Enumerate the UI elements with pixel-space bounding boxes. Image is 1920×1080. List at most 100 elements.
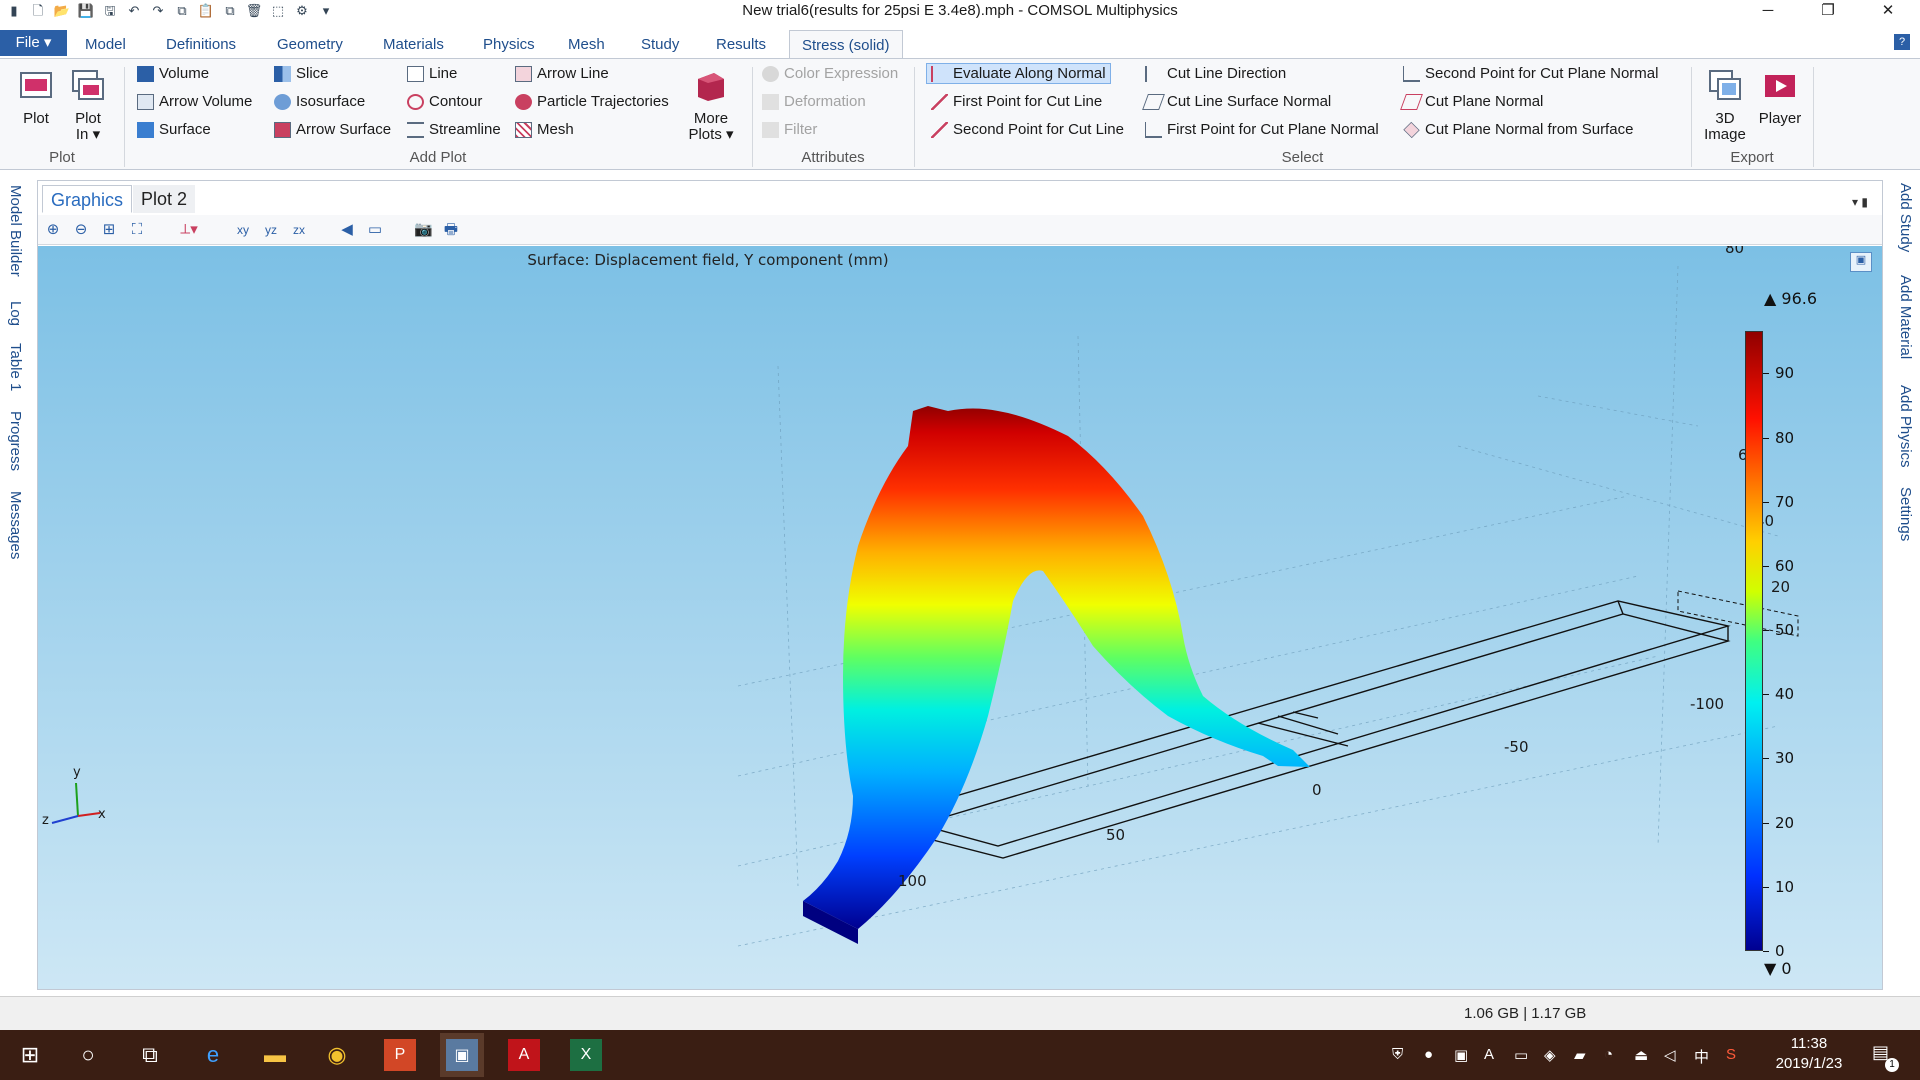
- colorbar-tick-mark: [1763, 694, 1769, 696]
- restore-button[interactable]: ❐: [1805, 0, 1851, 24]
- windows-start-icon[interactable]: ⊞: [14, 1039, 46, 1071]
- panel-menu-icon[interactable]: ▾ ▮: [1852, 195, 1868, 209]
- tray-usb-icon[interactable]: ⏏: [1634, 1046, 1648, 1064]
- slice-button[interactable]: Slice: [274, 65, 329, 82]
- table-1-tab[interactable]: Table 1: [7, 343, 24, 391]
- arrow-line-button[interactable]: Arrow Line: [515, 65, 609, 82]
- tray-volume-icon[interactable]: ◁: [1664, 1046, 1676, 1064]
- minimize-button[interactable]: ─: [1745, 0, 1791, 24]
- powerpoint-icon[interactable]: P: [384, 1039, 416, 1071]
- arrow-line-icon: [515, 65, 532, 82]
- close-button[interactable]: ✕: [1865, 0, 1911, 24]
- evaluate-along-normal-button[interactable]: Evaluate Along Normal: [926, 63, 1111, 84]
- model-builder-tab[interactable]: Model Builder: [7, 185, 24, 277]
- tab-graphics[interactable]: Graphics: [42, 185, 133, 213]
- help-button[interactable]: ?: [1894, 34, 1910, 50]
- first-point-cut-line-button[interactable]: First Point for Cut Line: [931, 93, 1102, 110]
- tab-study[interactable]: Study: [641, 30, 679, 58]
- axis-tick-label: 100: [898, 872, 927, 890]
- excel-icon[interactable]: X: [570, 1039, 602, 1071]
- zx-view-icon[interactable]: zx: [290, 221, 308, 239]
- second-point-cut-line-button[interactable]: Second Point for Cut Line: [931, 121, 1124, 138]
- taskbar-clock[interactable]: 11:38 2019/1/23: [1764, 1034, 1854, 1074]
- filter-button[interactable]: Filter: [762, 121, 817, 138]
- arrow-volume-button[interactable]: Arrow Volume: [137, 93, 252, 110]
- streamline-button[interactable]: Streamline: [407, 121, 501, 138]
- tray-app-icon[interactable]: ▣: [1454, 1046, 1468, 1064]
- arrow-surface-button[interactable]: Arrow Surface: [274, 121, 391, 138]
- progress-tab[interactable]: Progress: [7, 411, 24, 471]
- player-button[interactable]: Player: [1752, 69, 1808, 127]
- tray-acrobat-icon[interactable]: A: [1484, 1046, 1494, 1063]
- colorbar-tick-mark: [1763, 501, 1769, 503]
- print-icon[interactable]: 🖶: [442, 221, 460, 239]
- tray-ime-label[interactable]: 中: [1694, 1046, 1709, 1067]
- tray-wifi-icon[interactable]: ◔: [1604, 1046, 1613, 1063]
- isosurface-button[interactable]: Isosurface: [274, 93, 365, 110]
- tab-materials[interactable]: Materials: [383, 30, 444, 58]
- tab-mesh[interactable]: Mesh: [568, 30, 605, 58]
- second-point-cut-plane-normal-button[interactable]: Second Point for Cut Plane Normal: [1403, 65, 1658, 82]
- tray-shield-icon[interactable]: ⛨: [1392, 1046, 1403, 1063]
- 3d-image-button[interactable]: 3D Image: [1700, 69, 1750, 143]
- cut-line-surface-normal-button[interactable]: Cut Line Surface Normal: [1142, 93, 1331, 110]
- axis-label-x: x: [98, 807, 106, 822]
- zoom-box-icon[interactable]: ⊞: [100, 221, 118, 239]
- cortana-search-icon[interactable]: ○: [72, 1039, 104, 1071]
- tray-nvidia-icon[interactable]: ▰: [1574, 1046, 1586, 1064]
- surface-label: Surface: [159, 121, 211, 138]
- add-physics-tab[interactable]: Add Physics: [1897, 385, 1914, 468]
- surface-button[interactable]: Surface: [137, 121, 211, 138]
- file-menu-button[interactable]: File ▾: [0, 30, 67, 56]
- contour-button[interactable]: Contour: [407, 93, 482, 110]
- zoom-in-icon[interactable]: ⊕: [44, 221, 62, 239]
- colorbar-tick-label: 70: [1775, 492, 1795, 511]
- zoom-extents-icon[interactable]: ⛶: [128, 221, 146, 239]
- go-to-default-view-icon[interactable]: ◀: [338, 221, 356, 239]
- file-explorer-icon[interactable]: ▬: [259, 1039, 291, 1071]
- view-axes-icon[interactable]: ⟂▾: [174, 221, 204, 239]
- task-view-icon[interactable]: ⧉: [134, 1039, 166, 1071]
- camera-icon[interactable]: 📷: [414, 221, 433, 239]
- tab-physics[interactable]: Physics: [483, 30, 535, 58]
- plot-in-button[interactable]: Plot In ▾: [66, 69, 110, 143]
- add-study-tab[interactable]: Add Study: [1897, 183, 1914, 252]
- tab-definitions[interactable]: Definitions: [166, 30, 236, 58]
- cut-plane-normal-from-surface-button[interactable]: Cut Plane Normal from Surface: [1403, 121, 1633, 138]
- line-button[interactable]: Line: [407, 65, 457, 82]
- zoom-out-icon[interactable]: ⊖: [72, 221, 90, 239]
- tab-geometry[interactable]: Geometry: [277, 30, 343, 58]
- scene-light-icon[interactable]: ▭: [366, 221, 384, 239]
- tray-sogou-icon[interactable]: S: [1726, 1046, 1736, 1063]
- cut-plane-normal-button[interactable]: Cut Plane Normal: [1400, 93, 1543, 110]
- particle-trajectories-button[interactable]: Particle Trajectories: [515, 93, 669, 110]
- comsol-app-icon[interactable]: ▣: [446, 1039, 478, 1071]
- volume-button[interactable]: Volume: [137, 65, 209, 82]
- tab-results[interactable]: Results: [716, 30, 766, 58]
- edge-browser-icon[interactable]: e: [197, 1039, 229, 1071]
- tab-model[interactable]: Model: [85, 30, 126, 58]
- chrome-icon[interactable]: ◉: [321, 1039, 353, 1071]
- tab-stress-solid[interactable]: Stress (solid): [789, 30, 903, 58]
- axis-label-y: y: [73, 765, 81, 780]
- settings-tab[interactable]: Settings: [1897, 487, 1914, 541]
- more-plots-button[interactable]: More Plots ▾: [686, 69, 736, 143]
- xy-view-icon[interactable]: xy: [234, 221, 252, 239]
- graphics-canvas[interactable]: Surface: Displacement field, Y component…: [38, 246, 1882, 989]
- tray-security-icon[interactable]: ◈: [1544, 1046, 1556, 1064]
- mesh-button[interactable]: Mesh: [515, 121, 574, 138]
- plot-button[interactable]: Plot: [14, 69, 58, 127]
- arrow-line-label: Arrow Line: [537, 65, 609, 82]
- deformation-button[interactable]: Deformation: [762, 93, 866, 110]
- messages-tab[interactable]: Messages: [7, 491, 24, 559]
- tray-wechat-icon[interactable]: ●: [1424, 1046, 1433, 1063]
- tab-plot-2[interactable]: Plot 2: [133, 185, 196, 213]
- cut-line-direction-button[interactable]: Cut Line Direction: [1145, 65, 1286, 82]
- acrobat-icon[interactable]: A: [508, 1039, 540, 1071]
- yz-view-icon[interactable]: yz: [262, 221, 280, 239]
- color-expression-button[interactable]: Color Expression: [762, 65, 898, 82]
- add-material-tab[interactable]: Add Material: [1897, 275, 1914, 359]
- log-tab[interactable]: Log: [7, 301, 24, 326]
- first-point-cut-plane-normal-button[interactable]: First Point for Cut Plane Normal: [1145, 121, 1379, 138]
- tray-battery-icon[interactable]: ▭: [1514, 1046, 1528, 1064]
